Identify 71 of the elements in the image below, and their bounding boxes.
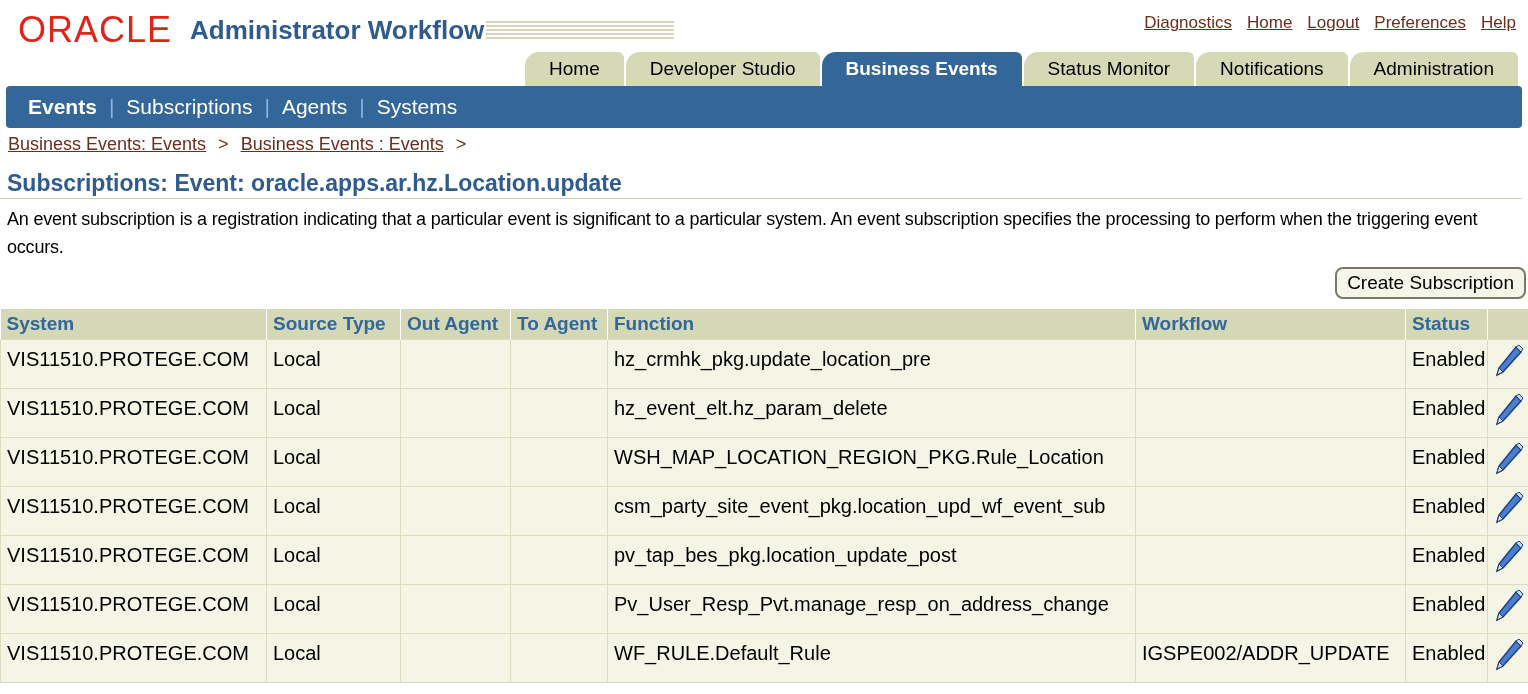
table-cell: hz_event_elt.hz_param_delete — [614, 396, 888, 419]
column-header: Workflow — [1135, 309, 1406, 339]
global-link[interactable]: Diagnostics — [1144, 10, 1232, 36]
table-cell: hz_crmhk_pkg.update_location_pre — [614, 347, 931, 370]
table-cell: VIS11510.PROTEGE.COM — [7, 543, 249, 566]
table-cell: VIS11510.PROTEGE.COM — [7, 592, 249, 615]
table-cell: Local — [273, 396, 321, 419]
nav-tab[interactable]: Status Monitor — [1023, 52, 1195, 86]
breadcrumb-link[interactable]: Business Events: Events — [8, 130, 207, 158]
table-cell: Local — [273, 543, 321, 566]
separator: | — [359, 94, 365, 121]
subnav-tab[interactable]: Agents — [281, 91, 348, 123]
table-cell: VIS11510.PROTEGE.COM — [7, 494, 249, 517]
oracle-logo: ORACLE — [18, 12, 173, 48]
pencil-icon[interactable] — [1494, 441, 1524, 476]
breadcrumb-arrow: > — [218, 132, 229, 156]
column-header: Source Type — [266, 309, 401, 339]
column-header: Status — [1405, 309, 1488, 339]
table-cell: WF_RULE.Default_Rule — [614, 641, 831, 664]
global-link[interactable]: Preferences — [1374, 10, 1467, 36]
subnav-tab[interactable]: Systems — [376, 91, 458, 123]
table-cell: IGSPE002/ADDR_UPDATE — [1142, 641, 1390, 664]
global-link[interactable]: Help — [1481, 10, 1516, 36]
separator: | — [108, 94, 115, 121]
nav-tab[interactable]: Developer Studio — [625, 52, 820, 86]
table-cell: Local — [273, 347, 321, 370]
table-cell: VIS11510.PROTEGE.COM — [7, 641, 249, 664]
table-cell: Enabled — [1412, 641, 1486, 664]
description: An event subscription is a registration indicating that a particular event is significant to a particular system. An event subscription specifies the processing to perform when the triggering event occurs. — [6, 208, 1479, 259]
column-header: Out Agent — [400, 309, 511, 339]
pencil-icon[interactable] — [1494, 539, 1524, 574]
page-title: Subscriptions: Event: oracle.apps.ar.hz.Location.update — [0, 160, 1522, 199]
table-cell: Enabled — [1412, 592, 1486, 615]
table-cell: Enabled — [1412, 543, 1486, 566]
separator: | — [264, 94, 270, 121]
table-cell: Enabled — [1412, 347, 1486, 370]
pencil-icon[interactable] — [1494, 392, 1524, 427]
table-cell: Enabled — [1412, 494, 1486, 517]
table-cell: Enabled — [1412, 396, 1486, 419]
app-title: Administrator Workflow — [190, 17, 485, 43]
nav-tab[interactable]: Home — [525, 52, 624, 86]
global-link[interactable]: Home — [1247, 10, 1293, 36]
subnav-tab[interactable]: Events — [28, 91, 97, 123]
subnav-tab[interactable]: Subscriptions — [126, 91, 253, 123]
nav-tab[interactable]: Administration — [1349, 52, 1518, 86]
table-cell: Local — [273, 494, 321, 517]
column-header: To Agent — [510, 309, 608, 339]
nav-tab[interactable]: Business Events — [821, 52, 1022, 86]
breadcrumb-arrow: > — [455, 132, 467, 156]
column-header: System — [0, 309, 267, 339]
pencil-icon[interactable] — [1494, 588, 1524, 623]
header-stripes-icon — [486, 19, 675, 41]
nav-tab[interactable]: Notifications — [1196, 52, 1348, 86]
table-cell: csm_party_site_event_pkg.location_upd_wf_event_sub — [614, 494, 1106, 517]
pencil-icon[interactable] — [1494, 343, 1524, 378]
table-cell: VIS11510.PROTEGE.COM — [7, 347, 249, 370]
table-cell: pv_tap_bes_pkg.location_update_post — [614, 543, 957, 566]
pencil-icon[interactable] — [1494, 490, 1524, 525]
table-cell: Local — [273, 641, 321, 664]
table-cell: VIS11510.PROTEGE.COM — [7, 396, 249, 419]
table-cell: WSH_MAP_LOCATION_REGION_PKG.Rule_Location — [614, 445, 1104, 468]
table-cell: Pv_User_Resp_Pvt.manage_resp_on_address_change — [614, 592, 1109, 615]
table-cell: Local — [273, 445, 321, 468]
global-link[interactable]: Logout — [1307, 10, 1360, 36]
create-subscription-button[interactable]: Create Subscription — [1335, 267, 1526, 299]
column-header: Function — [607, 309, 1136, 339]
table-cell: Local — [273, 592, 321, 615]
breadcrumb-link[interactable]: Business Events : Events — [240, 130, 444, 158]
pencil-icon[interactable] — [1494, 637, 1524, 672]
table-cell: VIS11510.PROTEGE.COM — [7, 445, 249, 468]
table-cell: Enabled — [1412, 445, 1486, 468]
